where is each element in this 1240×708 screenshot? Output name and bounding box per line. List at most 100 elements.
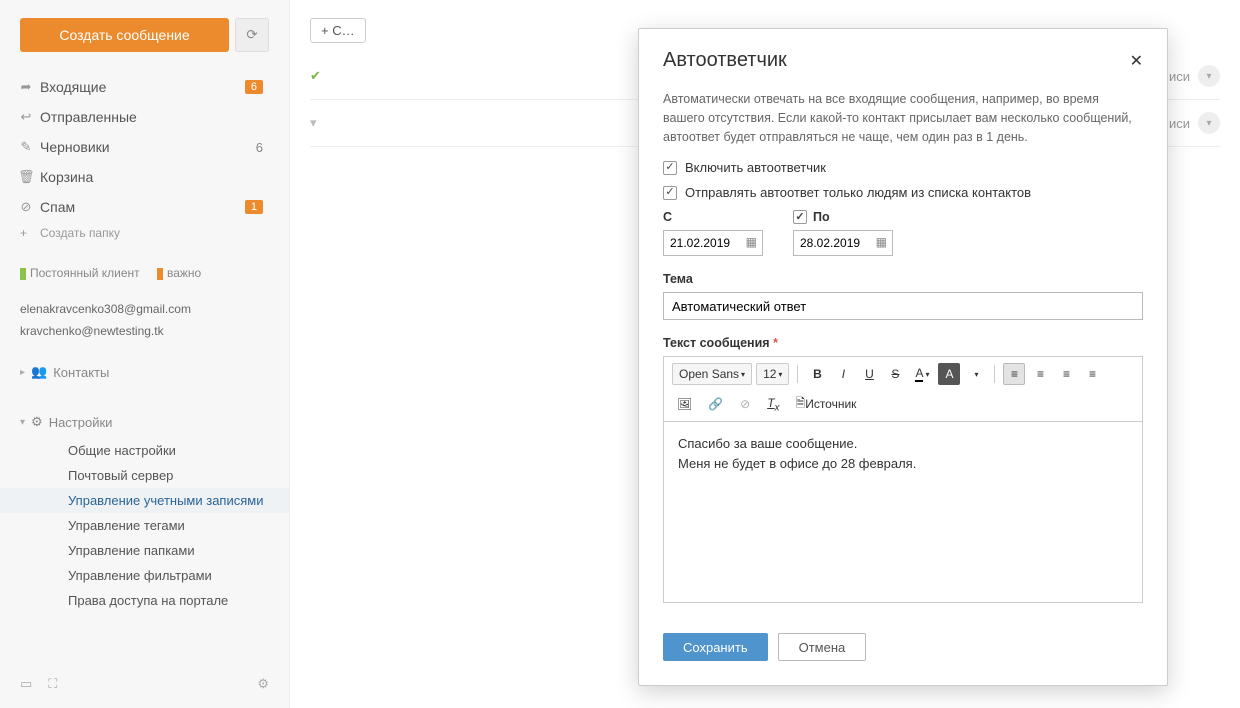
folder-badge: 1 [245,200,263,214]
refresh-icon: ⟳ [246,27,257,43]
font-family-select[interactable]: Open Sans ▾ [672,363,752,385]
date-to-checkbox[interactable] [793,210,807,224]
caret-down-icon: ▾ [741,370,745,379]
bg-color-dropdown[interactable]: ▾ [964,363,986,385]
bold-button[interactable]: B [806,363,828,385]
align-right-icon: ≡ [1063,367,1070,381]
calendar-icon[interactable]: ▦ [746,235,757,249]
sidebar-footer: ▭ ⛶ ⚙ [0,666,289,708]
folder-spam[interactable]: ⊘ Спам 1 [0,192,289,222]
image-button[interactable]: 🖼 [672,393,697,415]
people-icon: 👥 [31,364,47,380]
close-button[interactable]: ✕ [1130,51,1143,71]
align-left-button[interactable]: ≡ [1003,363,1025,385]
account-item[interactable]: kravchenko@newtesting.tk [20,320,269,342]
tag-list: Постоянный клиент важно [0,260,289,292]
bg-color-button[interactable]: A [938,363,960,385]
unlink-button[interactable]: ⊘ [734,393,756,415]
folder-label: Отправленные [40,109,263,125]
folder-inbox[interactable]: ➦ Входящие 6 [0,72,289,102]
calendar-icon[interactable]: ▦ [876,235,887,249]
tag-item[interactable]: Постоянный клиент [20,266,140,280]
date-to-label-row: По [793,210,893,224]
settings-item-mailserver[interactable]: Почтовый сервер [0,463,289,488]
folder-label: Спам [40,199,245,215]
settings-item-access[interactable]: Права доступа на портале [0,588,289,613]
folder-label: Входящие [40,79,245,95]
caret-down-icon: ▾ [778,370,782,379]
contacts-only-checkbox[interactable] [663,186,677,200]
tag-dot-icon [157,268,163,280]
chevron-down-icon: ▾ [20,417,25,428]
add-folder-button[interactable]: + Создать папку [0,222,289,252]
gear-icon: ⚙ [31,414,43,430]
align-center-button[interactable]: ≡ [1029,363,1051,385]
align-right-button[interactable]: ≡ [1055,363,1077,385]
folder-drafts[interactable]: ✎ Черновики 6 [0,132,289,162]
folder-badge: 6 [245,80,263,94]
account-item[interactable]: elenakravcenko308@gmail.com [20,298,269,320]
underline-icon: U [865,367,874,381]
link-button[interactable]: 🔗 [703,393,728,415]
caret-down-icon: ▾ [925,370,929,379]
refresh-button[interactable]: ⟳ [235,18,269,52]
tag-dot-icon [20,268,26,280]
settings-item-folders[interactable]: Управление папками [0,538,289,563]
strike-button[interactable]: S [884,363,906,385]
chat-icon[interactable]: ▭ [20,676,32,692]
settings-item-tags[interactable]: Управление тегами [0,513,289,538]
enable-autoresponder-label: Включить автоответчик [685,160,826,175]
folder-list: ➦ Входящие 6 ↩ Отправленные ✎ Черновики … [0,64,289,260]
settings-item-accounts[interactable]: Управление учетными записями [0,488,289,513]
strike-icon: S [891,367,899,381]
main-area: + С… ✔ 🗎 Настройка подписи ▾ ▾ 🗎 Настрой… [290,0,1240,708]
ban-icon: ⊘ [18,199,34,215]
expand-icon[interactable]: ⛶ [48,676,57,692]
trash-icon: 🗑 [18,169,34,185]
folder-sent[interactable]: ↩ Отправленные [0,102,289,132]
tag-item[interactable]: важно [157,266,201,280]
compose-button[interactable]: Создать сообщение [20,18,229,52]
underline-button[interactable]: U [858,363,880,385]
settings-label: Настройки [49,415,113,430]
unlink-icon: ⊘ [740,397,750,411]
editor-body[interactable]: Спасибо за ваше сообщение. Меня не будет… [664,422,1142,602]
gear-icon[interactable]: ⚙ [257,676,269,692]
subject-input[interactable] [663,292,1143,320]
arrow-right-icon: ➦ [18,79,34,95]
font-size-select[interactable]: 12 ▾ [756,363,789,385]
folder-count: 6 [256,140,263,155]
align-justify-button[interactable]: ≡ [1081,363,1103,385]
italic-icon: I [842,367,845,381]
modal-title: Автоответчик [663,49,787,72]
settings-item-filters[interactable]: Управление фильтрами [0,563,289,588]
chevron-right-icon: ▸ [20,367,25,378]
text-color-button[interactable]: A▾ [910,363,934,385]
bold-icon: B [813,367,822,381]
contacts-section-toggle[interactable]: ▸ 👥 Контакты [0,356,289,388]
enable-autoresponder-checkbox[interactable] [663,161,677,175]
tag-label: Постоянный клиент [30,266,140,280]
subject-label: Тема [663,272,1143,286]
date-to-label: По [813,210,830,224]
folder-label: Черновики [40,139,256,155]
text-color-icon: A [915,366,923,382]
autoresponder-modal: Автоответчик ✕ Автоматически отвечать на… [638,28,1168,686]
settings-item-general[interactable]: Общие настройки [0,438,289,463]
modal-description: Автоматически отвечать на все входящие с… [663,90,1143,146]
add-folder-label: Создать папку [40,226,120,240]
contacts-only-label: Отправлять автоответ только людям из спи… [685,185,1031,200]
folder-trash[interactable]: 🗑 Корзина [0,162,289,192]
italic-button[interactable]: I [832,363,854,385]
source-button[interactable]: 🗎 Источник [791,393,862,415]
cancel-button[interactable]: Отмена [778,633,867,661]
editor-toolbar: Open Sans ▾ 12 ▾ B I U S A▾ A▾ ≡ ≡ ≡ ≡ [664,357,1142,422]
reply-icon: ↩ [18,109,34,125]
clear-format-button[interactable]: Tx [762,393,784,415]
align-center-icon: ≡ [1037,367,1044,381]
source-icon: 🗎 [796,394,806,415]
settings-section-toggle[interactable]: ▾ ⚙ Настройки [0,406,289,438]
plus-icon: + [20,226,27,240]
align-justify-icon: ≡ [1089,367,1096,381]
save-button[interactable]: Сохранить [663,633,768,661]
